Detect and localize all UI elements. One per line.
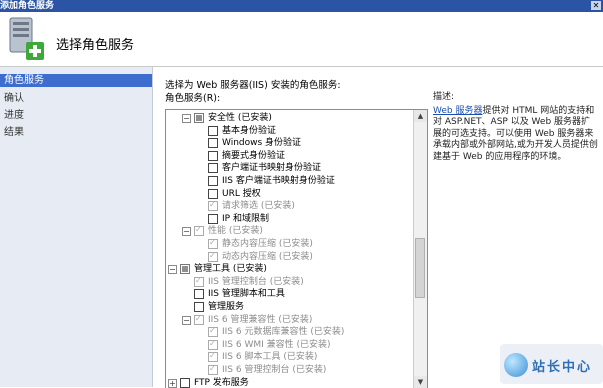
tree-row[interactable]: 动态内容压缩 (已安装) — [166, 250, 411, 263]
nav-item-progress[interactable]: 进度 — [0, 109, 152, 122]
tree-row[interactable]: 静态内容压缩 (已安装) — [166, 237, 411, 250]
role-service-label: IP 和域限制 — [222, 213, 269, 224]
role-service-checkbox — [208, 363, 218, 375]
role-service-checkbox[interactable] — [194, 302, 204, 312]
role-service-label: URL 授权 — [222, 188, 261, 199]
tree-row[interactable]: − 管理工具 (已安装) — [166, 263, 411, 275]
role-service-checkbox — [194, 275, 204, 287]
role-service-checkbox[interactable] — [208, 188, 218, 199]
tree-row[interactable]: 基本身份验证 — [166, 125, 411, 137]
role-service-checkbox[interactable] — [180, 264, 190, 275]
wizard-header: 选择角色服务 — [0, 12, 603, 67]
tree-row[interactable]: − 性能 (已安装) — [166, 224, 411, 237]
role-service-checkbox[interactable] — [208, 138, 218, 149]
role-service-label: 性能 (已安装) — [208, 226, 263, 237]
instruction-text: 选择为 Web 服务器(IIS) 安装的角色服务: — [165, 80, 341, 91]
role-service-label: 管理工具 (已安装) — [194, 264, 267, 275]
tree-row[interactable]: Windows 身份验证 — [166, 137, 411, 149]
role-service-checkbox[interactable] — [194, 289, 204, 300]
description-heading: 描述: — [433, 92, 455, 102]
role-services-tree[interactable]: − 安全性 (已安装) 基本身份验证 Windows 身份验证 摘要式身份验证客户端证书… — [165, 109, 428, 388]
title-bar: 添加角色服务 ✕ — [0, 0, 603, 12]
tree-row[interactable]: IIS 6 脚本工具 (已安装) — [166, 350, 411, 363]
role-service-checkbox — [208, 250, 218, 262]
scroll-thumb[interactable] — [415, 238, 425, 298]
role-service-label: IIS 客户端证书映射身份验证 — [222, 176, 335, 186]
close-button[interactable]: ✕ — [591, 1, 601, 10]
web-server-link[interactable]: Web 服务器 — [433, 106, 482, 116]
scroll-up-icon[interactable]: ▲ — [414, 110, 427, 122]
role-service-checkbox[interactable] — [208, 213, 218, 224]
tree-row[interactable]: IIS 管理控制台 (已安装) — [166, 275, 411, 288]
tree-row[interactable]: IIS 管理脚本和工具 — [166, 288, 411, 300]
role-service-checkbox — [208, 325, 218, 338]
tree-row[interactable]: IIS 6 管理控制台 (已安装) — [166, 363, 411, 376]
role-service-checkbox[interactable] — [208, 163, 218, 174]
tree-row[interactable]: 请求筛选 (已安装) — [166, 199, 411, 212]
globe-icon — [504, 353, 528, 377]
role-service-label: Windows 身份验证 — [222, 138, 302, 149]
tree-row[interactable]: + FTP 发布服务 — [166, 377, 411, 388]
role-service-label: IIS 6 脚本工具 (已安装) — [222, 352, 318, 363]
tree-row[interactable]: − IIS 6 管理兼容性 (已安装) — [166, 313, 411, 326]
role-service-label: 管理服务 — [208, 302, 245, 312]
collapse-icon[interactable]: − — [182, 114, 191, 123]
tree-row[interactable]: 客户端证书映射身份验证 — [166, 162, 411, 174]
role-service-checkbox — [194, 224, 204, 237]
tree-row[interactable]: IIS 客户端证书映射身份验证 — [166, 175, 411, 187]
role-service-checkbox[interactable] — [208, 176, 218, 186]
role-service-label: 摘要式身份验证 — [222, 150, 286, 161]
tree-row[interactable]: IP 和域限制 — [166, 213, 411, 225]
role-services-label: 角色服务(R): — [165, 93, 221, 104]
server-add-icon — [9, 17, 44, 60]
role-service-checkbox — [208, 199, 218, 212]
role-service-label: 动态内容压缩 (已安装) — [222, 251, 313, 262]
role-service-label: IIS 6 管理兼容性 (已安装) — [208, 314, 313, 325]
role-service-label: 静态内容压缩 (已安装) — [222, 239, 313, 249]
role-service-label: 基本身份验证 — [222, 125, 277, 136]
nav-item-confirm[interactable]: 确认 — [0, 92, 152, 105]
role-service-checkbox[interactable] — [194, 113, 204, 123]
role-service-label: 请求筛选 (已安装) — [222, 201, 295, 212]
role-service-label: 安全性 (已安装) — [208, 113, 272, 123]
expand-icon[interactable]: + — [168, 378, 177, 388]
role-service-label: FTP 发布服务 — [194, 377, 249, 388]
role-service-label: IIS 6 管理控制台 (已安装) — [222, 365, 327, 375]
collapse-icon[interactable]: − — [182, 315, 191, 325]
nav-item-results[interactable]: 结果 — [0, 126, 152, 139]
tree-row[interactable]: URL 授权 — [166, 188, 411, 200]
role-service-checkbox — [208, 338, 218, 350]
tree-row[interactable]: − 安全性 (已安装) — [166, 112, 411, 124]
tree-row[interactable]: 管理服务 — [166, 301, 411, 313]
role-service-checkbox — [194, 313, 204, 325]
role-service-label: IIS 6 WMI 兼容性 (已安装) — [222, 339, 331, 350]
nav-item-role-services[interactable]: 角色服务 — [0, 74, 152, 87]
role-service-checkbox — [208, 350, 218, 363]
description-panel: 描述: Web 服务器提供对 HTML 网站的支持和对 ASP.NET、ASP … — [433, 92, 598, 163]
scroll-down-icon[interactable]: ▼ — [414, 376, 427, 388]
tree-row[interactable]: 摘要式身份验证 — [166, 150, 411, 162]
tree-scrollbar[interactable]: ▲ ▼ — [413, 110, 427, 388]
wizard-nav: 角色服务 确认 进度 结果 — [0, 67, 153, 387]
role-service-label: 客户端证书映射身份验证 — [222, 163, 322, 174]
role-service-checkbox[interactable] — [208, 125, 218, 136]
window-title: 添加角色服务 — [0, 1, 55, 11]
role-service-checkbox[interactable] — [180, 377, 190, 388]
watermark-logo: 站长中心 — [500, 344, 603, 384]
role-service-label: IIS 6 元数据库兼容性 (已安装) — [222, 327, 345, 338]
role-service-checkbox — [208, 237, 218, 249]
role-service-label: IIS 管理控制台 (已安装) — [208, 276, 304, 287]
watermark-text: 站长中心 — [532, 360, 593, 375]
main-panel: 选择为 Web 服务器(IIS) 安装的角色服务: 角色服务(R): − 安全性 … — [153, 67, 603, 388]
collapse-icon[interactable]: − — [182, 227, 191, 237]
tree-row[interactable]: IIS 6 元数据库兼容性 (已安装) — [166, 325, 411, 338]
collapse-icon[interactable]: − — [168, 265, 177, 275]
role-service-label: IIS 管理脚本和工具 — [208, 289, 285, 300]
tree-row[interactable]: IIS 6 WMI 兼容性 (已安装) — [166, 338, 411, 351]
page-title: 选择角色服务 — [56, 38, 135, 53]
role-service-checkbox[interactable] — [208, 150, 218, 161]
